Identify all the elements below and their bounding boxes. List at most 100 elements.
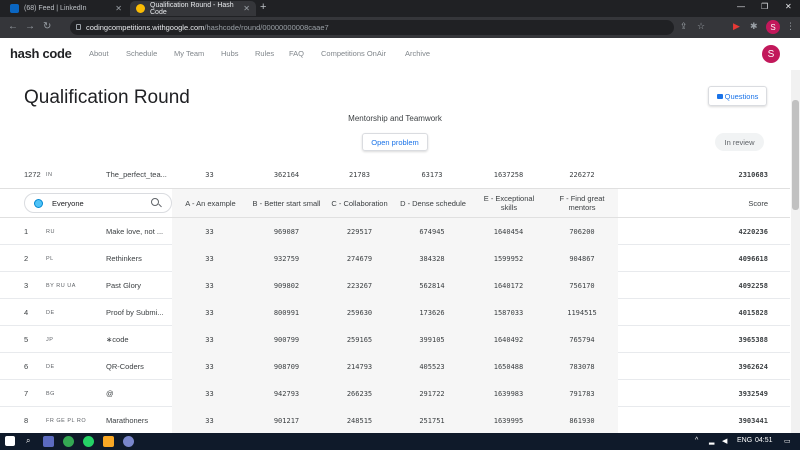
team-filter[interactable]: Everyone <box>24 193 172 213</box>
team-name[interactable]: @ <box>106 380 172 407</box>
column-header-score[interactable]: Score <box>690 189 768 217</box>
browser-chrome: (68) Feed | LinkedIn ✕ Qualification Rou… <box>0 0 800 38</box>
user-avatar[interactable]: S <box>762 45 780 63</box>
score-a: 33 <box>205 308 214 317</box>
team-name[interactable]: Marathoners <box>106 407 172 434</box>
score-a: 33 <box>205 362 214 371</box>
score-c: 259165 <box>346 335 373 344</box>
team-name[interactable]: QR-Coders <box>106 353 172 380</box>
score-f: 765794 <box>569 335 595 344</box>
score-c: 248515 <box>346 416 373 425</box>
table-row: 8 FR GE PL RO Marathoners 33 901217 2485… <box>0 407 790 433</box>
score-a: 33 <box>205 254 214 263</box>
volume-icon[interactable]: ◀ <box>722 437 727 445</box>
nav-schedule[interactable]: Schedule <box>126 49 157 58</box>
score-e: 1637258 <box>493 170 524 179</box>
rank: 1 <box>24 227 29 236</box>
column-header-e[interactable]: E - Exceptional skills <box>478 189 540 217</box>
new-tab-icon[interactable]: + <box>260 1 266 13</box>
close-window-icon[interactable]: ✕ <box>785 2 792 11</box>
minimize-icon[interactable]: — <box>737 2 745 11</box>
page-scrollbar[interactable] <box>791 70 800 433</box>
team-name[interactable]: Past Glory <box>106 272 172 299</box>
nav-about[interactable]: About <box>89 49 109 58</box>
questions-button[interactable]: Questions <box>708 86 767 106</box>
nav-my-team[interactable]: My Team <box>174 49 204 58</box>
nav-faq[interactable]: FAQ <box>289 49 304 58</box>
notifications-icon[interactable]: ▭ <box>784 437 791 445</box>
score-a: 33 <box>205 416 214 425</box>
windows-start-icon[interactable] <box>5 436 15 446</box>
score-e: 1639983 <box>493 389 524 398</box>
browser-toolbar: ← → ↻ codingcompetitions.withgoogle.com /… <box>0 17 800 38</box>
table-row: 2 PL Rethinkers 33 932759 274679 384328 … <box>0 245 790 272</box>
hashcode-logo[interactable]: hash code <box>10 46 72 61</box>
score-d: 399105 <box>419 335 445 344</box>
rank: 8 <box>24 416 29 425</box>
bookmark-star-icon[interactable]: ☆ <box>697 21 705 32</box>
rank: 5 <box>24 335 29 344</box>
score-e: 1639995 <box>493 416 524 425</box>
open-problem-button[interactable]: Open problem <box>362 133 428 151</box>
column-header-c[interactable]: C - Collaboration <box>324 189 395 217</box>
team-name[interactable]: ∗code <box>106 326 172 353</box>
column-header-a[interactable]: A - An example <box>174 189 247 217</box>
close-tab-icon[interactable]: ✕ <box>115 4 122 13</box>
nav-competitions-onair[interactable]: Competitions OnAir <box>321 49 386 58</box>
back-icon[interactable]: ← <box>8 21 18 32</box>
file-explorer-icon[interactable] <box>103 436 114 447</box>
score-f: 904867 <box>569 254 595 263</box>
score-c: 229517 <box>346 227 373 236</box>
share-icon[interactable]: ⇪ <box>680 21 688 32</box>
whatsapp-icon[interactable] <box>83 436 94 447</box>
score-e: 1650488 <box>493 362 524 371</box>
browser-profile-avatar[interactable]: S <box>766 20 780 34</box>
score-d: 562814 <box>419 281 445 290</box>
extension-red-icon[interactable]: ▶ <box>733 21 740 32</box>
nav-rules[interactable]: Rules <box>255 49 274 58</box>
browser-menu-icon[interactable]: ⋮ <box>786 21 795 32</box>
table-row: 5 JP ∗code 33 900799 259165 399105 16404… <box>0 326 790 353</box>
team-name[interactable]: Proof by Submi... <box>106 299 172 326</box>
tab-strip: (68) Feed | LinkedIn ✕ Qualification Rou… <box>0 0 800 17</box>
chrome-icon[interactable] <box>63 436 74 447</box>
team-name[interactable]: Rethinkers <box>106 245 172 272</box>
extensions-puzzle-icon[interactable]: ✱ <box>750 21 758 32</box>
app-icon[interactable] <box>123 436 134 447</box>
column-header-f[interactable]: F - Find great mentors <box>550 189 614 217</box>
nav-archive[interactable]: Archive <box>405 49 430 58</box>
country-codes: FR GE PL RO <box>46 417 87 424</box>
column-header-b[interactable]: B - Better start small <box>249 189 324 217</box>
column-header-d[interactable]: D - Dense schedule <box>395 189 471 217</box>
tab-linkedin[interactable]: (68) Feed | LinkedIn ✕ <box>4 1 128 16</box>
score-e: 1587033 <box>493 308 524 317</box>
task-view-icon[interactable] <box>43 436 54 447</box>
team-name[interactable]: The_perfect_tea... <box>106 161 172 188</box>
search-icon[interactable]: ⌕ <box>26 436 30 446</box>
nav-hubs[interactable]: Hubs <box>221 49 239 58</box>
rank: 1272 <box>24 170 41 179</box>
network-icon[interactable]: ▂ <box>709 437 714 445</box>
maximize-icon[interactable]: ❐ <box>761 2 768 11</box>
score-d: 291722 <box>419 389 445 398</box>
total-score: 2310683 <box>738 170 768 179</box>
score-e: 1599952 <box>493 254 524 263</box>
total-score: 3932549 <box>738 389 768 398</box>
tab-hashcode[interactable]: Qualification Round - Hash Code ✕ <box>130 1 256 16</box>
close-tab-icon[interactable]: ✕ <box>243 4 250 13</box>
search-icon[interactable] <box>151 198 159 206</box>
score-a: 33 <box>205 170 214 179</box>
table-row: 7 BG @ 33 942793 266235 291722 1639983 7… <box>0 380 790 407</box>
scrollbar-thumb[interactable] <box>792 100 799 210</box>
score-a: 33 <box>205 389 214 398</box>
score-c: 259630 <box>346 308 373 317</box>
team-name[interactable]: Make love, not ... <box>106 218 172 245</box>
clock[interactable]: 04:51 <box>755 437 773 444</box>
table-row: 1 RU Make love, not ... 33 969087 229517… <box>0 218 790 245</box>
app-header: hash code About Schedule My Team Hubs Ru… <box>0 38 800 70</box>
tray-chevron-icon[interactable]: ^ <box>695 437 698 444</box>
address-bar[interactable]: codingcompetitions.withgoogle.com/hashco… <box>70 20 674 35</box>
language-indicator[interactable]: ENG <box>737 437 752 444</box>
reload-icon[interactable]: ↻ <box>43 21 51 32</box>
forward-icon[interactable]: → <box>25 21 35 32</box>
